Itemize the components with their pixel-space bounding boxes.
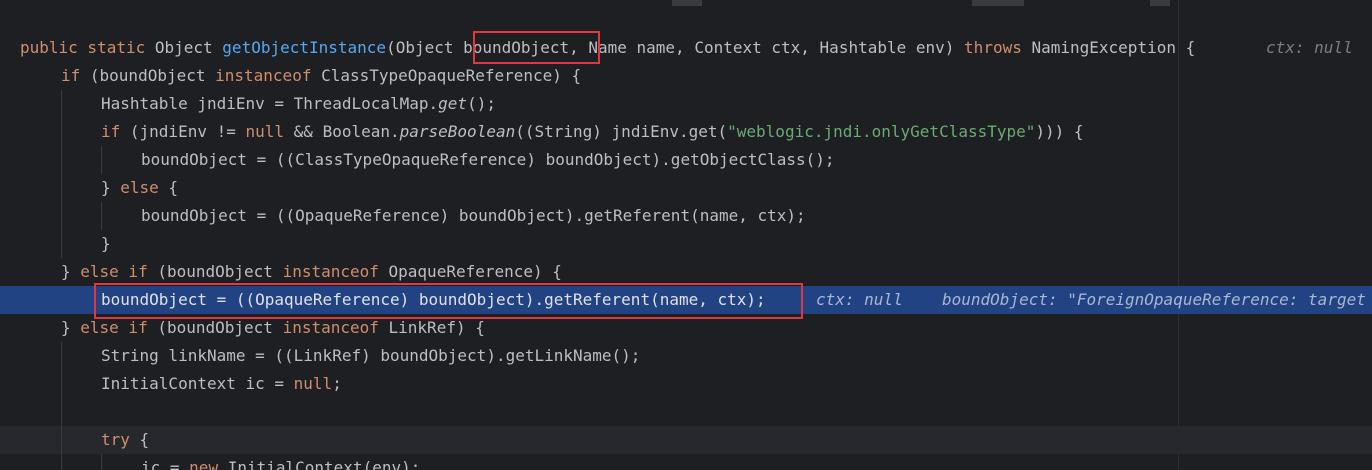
clipped-line-chip [972,0,1024,6]
code-text: boundObject = ((OpaqueReference) boundOb… [141,206,806,225]
code-text: { [158,178,179,197]
keyword-else-if: else if [80,318,148,337]
code-text: ClassTypeOpaqueReference) { [311,66,582,85]
static-method-call: get [438,94,468,113]
type-object: Object [154,38,223,57]
method-name: getObjectInstance [222,38,387,57]
code-text: (boundObject [147,318,283,337]
inline-debug-hint: boundObject: "ForeignOpaqueReference: ta… [942,290,1366,309]
code-text: (boundObject [147,262,283,281]
keyword-instanceof: instanceof [282,318,379,337]
code-text: } [61,318,81,337]
code-text: InitialContext(env); [218,458,421,470]
exception-type: NamingException { [1021,38,1196,57]
code-text: } [101,234,111,253]
indent-guide [61,342,62,470]
keyword-public-static: public static [20,38,155,57]
string-literal: "weblogic.jndi.onlyGetClassType" [727,122,1036,141]
code-text: LinkRef) { [378,318,485,337]
indent-guide [101,454,102,470]
code-text: boundObject = ((ClassTypeOpaqueReference… [141,150,835,169]
inline-debug-hint: ctx: null [1266,38,1353,57]
static-method-call: parseBoolean [399,122,516,141]
code-line[interactable]: ic = new InitialContext(env); [0,454,1372,470]
code-text: String linkName = ((LinkRef) boundObject… [101,346,641,365]
code-line[interactable]: if (jndiEnv != null && Boolean.parseBool… [0,118,1372,146]
keyword-else-if: else if [80,262,148,281]
execution-point-line[interactable]: boundObject = ((OpaqueReference) boundOb… [0,286,1372,314]
keyword-if: if [101,122,121,141]
code-text: ic = [141,458,190,470]
code-line[interactable]: Hashtable jndiEnv = ThreadLocalMap.get()… [0,90,1372,118]
code-text: OpaqueReference) { [378,262,562,281]
code-text: ; [332,374,342,393]
keyword-null: null [245,122,285,141]
code-text: (jndiEnv != [120,122,246,141]
keyword-null: null [293,374,333,393]
code-text: ((String) jndiEnv.get( [515,122,728,141]
keyword-instanceof: instanceof [215,66,312,85]
code-text: ))) { [1035,122,1084,141]
code-text: (); [467,94,496,113]
code-text: boundObject = ((OpaqueReference) boundOb… [101,290,766,309]
code-line[interactable]: boundObject = ((OpaqueReference) boundOb… [0,202,1372,230]
indent-guide [101,202,102,230]
code-line[interactable]: InitialContext ic = null; [0,370,1372,398]
code-line[interactable]: } [0,230,1372,258]
code-line[interactable]: String linkName = ((LinkRef) boundObject… [0,342,1372,370]
keyword-new: new [189,458,219,470]
code-text: Hashtable jndiEnv = ThreadLocalMap. [101,94,439,113]
clipped-line-chip [672,0,702,6]
code-text: } [101,178,121,197]
keyword-throws: throws [964,38,1022,57]
inline-debug-hint: ctx: null [816,290,903,309]
keyword-else: else [120,178,159,197]
param-rest: , Name name, Context ctx, Hashtable env) [569,38,965,57]
code-text: && Boolean. [284,122,400,141]
indent-guide [101,146,102,174]
caret-line[interactable]: try { [0,426,1372,454]
keyword-if: if [61,66,81,85]
param-boundobject: boundObject [463,38,570,57]
code-line[interactable]: boundObject = ((ClassTypeOpaqueReference… [0,146,1372,174]
code-line[interactable]: } else { [0,174,1372,202]
code-line[interactable]: } else if (boundObject instanceof LinkRe… [0,314,1372,342]
keyword-instanceof: instanceof [282,262,379,281]
code-line[interactable]: } else if (boundObject instanceof Opaque… [0,258,1372,286]
code-line-blank[interactable] [0,398,1372,426]
code-editor[interactable]: public static Object getObjectInstance(O… [0,0,1372,470]
clipped-line-chip [1150,0,1170,6]
code-text: InitialContext ic = [101,374,294,393]
indent-guide [61,90,62,258]
code-line-signature[interactable]: public static Object getObjectInstance(O… [0,34,1372,62]
code-text: } [61,262,81,281]
code-line[interactable]: if (boundObject instanceof ClassTypeOpaq… [0,62,1372,90]
keyword-try: try [101,430,130,449]
code-text: { [129,430,150,449]
param-open: (Object [386,38,464,57]
code-text: (boundObject [80,66,216,85]
